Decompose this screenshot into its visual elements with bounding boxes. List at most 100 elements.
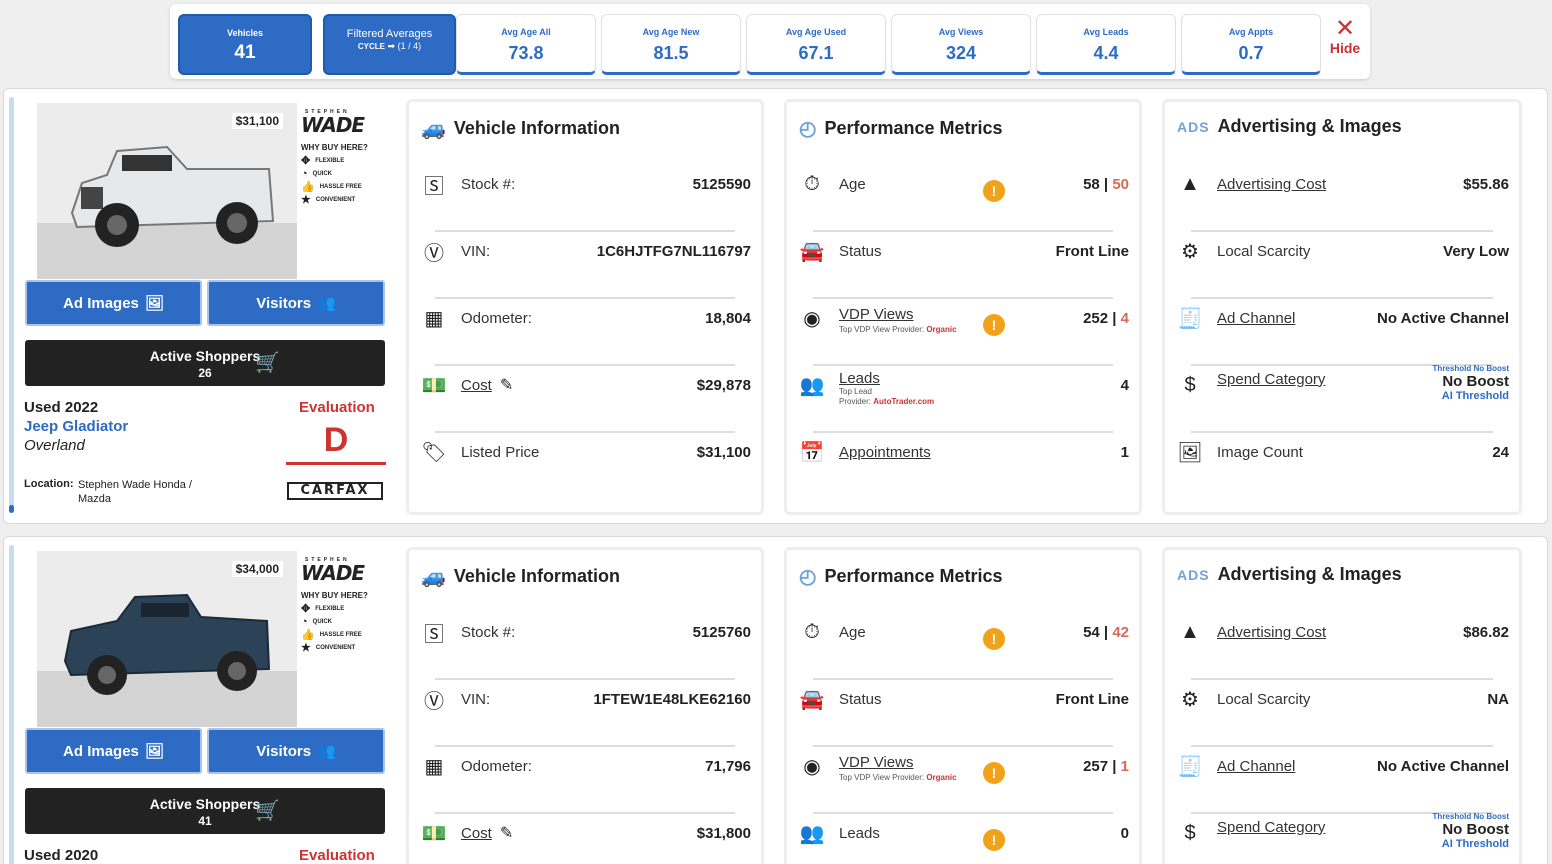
avg-age-all-stat[interactable]: Avg Age All 73.8 (456, 14, 596, 75)
arrows-icon: ✥ (301, 155, 311, 167)
scarcity-value: Very Low (1443, 242, 1509, 260)
vin-icon: Ⓥ (424, 690, 444, 713)
visitors-button[interactable]: Visitors 👥 (207, 280, 385, 326)
hide-button[interactable]: ✕ Hide (1323, 17, 1367, 57)
active-shoppers-label: Active Shoppers (149, 796, 261, 812)
ad-images-button[interactable]: Ad Images 🖼 (25, 728, 202, 774)
appointments-value: 1 (1120, 443, 1129, 461)
vdp-views-link[interactable]: VDP Views (839, 754, 913, 771)
row-label: VIN: (461, 690, 491, 708)
ad-channel-value: No Active Channel (1377, 757, 1509, 775)
stock-icon: 🅂 (424, 175, 444, 198)
stat-value: 0.7 (1238, 43, 1264, 63)
ad-cost-link[interactable]: Advertising Cost (1217, 176, 1326, 193)
ads-icon: ADS (1177, 566, 1210, 583)
cycle-arrow-icon[interactable]: ➡ (388, 41, 396, 51)
thumbs-up-icon: 👍 (301, 181, 315, 193)
row-label: VIN: (461, 242, 491, 260)
vdp-value: 252 (1083, 309, 1109, 327)
ad-cost-link[interactable]: Advertising Cost (1217, 624, 1326, 641)
active-shoppers-button[interactable]: Active Shoppers 26 🛒 (25, 340, 385, 386)
appointments-link[interactable]: Appointments (839, 444, 931, 461)
age-value: 58 (1083, 175, 1100, 193)
vdp-views-row: ◉ VDP Views 252 | 4 Top VDP View Provider:… (799, 298, 1129, 338)
card-scrollbar[interactable] (9, 545, 14, 864)
age-row: ⏱ Age 54 | 42 (799, 612, 1129, 652)
vehicle-photo[interactable]: $31,100 (37, 103, 297, 279)
active-shoppers-button[interactable]: Active Shoppers 41 🛒 (25, 788, 385, 834)
avg-leads-stat[interactable]: Avg Leads 4.4 (1036, 14, 1176, 75)
image-count-value: 24 (1492, 443, 1509, 461)
vdp-views-row: ◉ VDP Views 257 | 1 Top VDP View Provider:… (799, 746, 1129, 786)
warning-icon[interactable]: ! (983, 628, 1005, 650)
threshold-top: Threshold No Boost (1432, 812, 1509, 821)
warning-icon[interactable]: ! (983, 180, 1005, 202)
stat-label: Avg Age New (642, 27, 700, 37)
spend-threshold: Threshold No Boost No Boost AI Threshold (1433, 364, 1509, 402)
row-label: Age (839, 623, 866, 641)
ad-channel-link[interactable]: Ad Channel (1217, 310, 1295, 327)
image-icon: 🖼 (144, 295, 164, 312)
cycle-page: (1 / 4) (397, 41, 422, 51)
tag-icon: 🏷 (421, 441, 447, 464)
ad-cost-value: $86.82 (1463, 623, 1509, 641)
vehicle-model-link[interactable]: Jeep Gladiator (24, 418, 128, 435)
ad-channel-link[interactable]: Ad Channel (1217, 758, 1295, 775)
stat-value: 73.8 (508, 43, 544, 63)
cost-link[interactable]: Cost (461, 377, 492, 394)
vdp-provider-label: Top VDP View Provider: (839, 325, 925, 334)
stat-label: Avg Appts (1228, 27, 1274, 37)
warning-icon[interactable]: ! (983, 829, 1005, 851)
threshold-top: Threshold No Boost (1432, 364, 1509, 373)
card-scrollbar[interactable] (9, 97, 14, 513)
active-shoppers-count: 41 (198, 814, 212, 828)
threshold-bottom: AI Threshold (1441, 390, 1509, 402)
advertising-panel: ADS Advertising & Images ▲ Advertising Cos… (1162, 547, 1522, 864)
evaluation-grade[interactable]: D (286, 421, 386, 465)
panel-title: Performance Metrics (824, 118, 1003, 138)
spend-category-link[interactable]: Spend Category (1217, 819, 1325, 836)
panel-title: Advertising & Images (1217, 564, 1402, 584)
cost-row: 💵 Cost ✎ $31,800 (421, 813, 751, 853)
panel-title: Vehicle Information (453, 566, 620, 586)
spend-category-link[interactable]: Spend Category (1217, 371, 1325, 388)
vehicles-count-stat[interactable]: Vehicles 41 (178, 14, 312, 75)
avg-appts-stat[interactable]: Avg Appts 0.7 (1181, 14, 1321, 75)
avg-views-stat[interactable]: Avg Views 324 (891, 14, 1031, 75)
edit-icon[interactable]: ✎ (500, 823, 513, 843)
odometer-value: 18,804 (705, 309, 751, 327)
avg-age-used-stat[interactable]: Avg Age Used 67.1 (746, 14, 886, 75)
vdp-secondary-value: 1 (1120, 757, 1129, 775)
stock-row: 🅂 Stock #: 5125590 (421, 164, 751, 204)
ad-images-button[interactable]: Ad Images 🖼 (25, 280, 202, 326)
leads-link[interactable]: Leads (839, 370, 880, 387)
vdp-value: 257 (1083, 757, 1109, 775)
filtered-label: Filtered Averages (346, 28, 433, 40)
cost-row: 💵 Cost ✎ $29,878 (421, 365, 751, 405)
vin-row: Ⓥ VIN: 1FTEW1E48LKE62160 (421, 679, 751, 719)
cost-link[interactable]: Cost (461, 825, 492, 842)
leads-value: 4 (1120, 376, 1129, 394)
carfax-link[interactable]: CARFAX (287, 482, 383, 500)
image-count-row: 🖼 Image Count 24 (1177, 432, 1509, 472)
active-shoppers-count: 26 (198, 366, 212, 380)
stopwatch-icon: ⏱ (804, 172, 820, 195)
avg-age-new-stat[interactable]: Avg Age New 81.5 (601, 14, 741, 75)
edit-icon[interactable]: ✎ (500, 375, 513, 395)
age-row: ⏱ Age 58 | 50 (799, 164, 1129, 204)
image-icon: 🖼 (144, 743, 164, 760)
threshold-bottom: AI Threshold (1441, 838, 1509, 850)
summary-bar: Vehicles 41 Filtered Averages CYCLE ➡ (1… (170, 4, 1370, 79)
warning-icon[interactable]: ! (983, 762, 1005, 784)
vehicle-photo[interactable]: $34,000 (37, 551, 297, 727)
warning-icon[interactable]: ! (983, 314, 1005, 336)
location-label: Location: (24, 478, 74, 490)
money-icon: 💵 (421, 374, 447, 397)
filtered-averages-button[interactable]: Filtered Averages CYCLE ➡ (1 / 4) (323, 14, 456, 75)
vdp-views-link[interactable]: VDP Views (839, 306, 913, 323)
visitors-button[interactable]: Visitors 👥 (207, 728, 385, 774)
performance-panel: ◴ Performance Metrics ⏱ Age 58 | 50 ! 🚘 Stat… (784, 99, 1142, 515)
vehicle-info-panel: 🚙 Vehicle Information 🅂 Stock #: 5125590 Ⓥ V… (406, 99, 764, 515)
row-label: Local Scarcity (1217, 242, 1311, 260)
stat-value: 41 (234, 42, 256, 63)
